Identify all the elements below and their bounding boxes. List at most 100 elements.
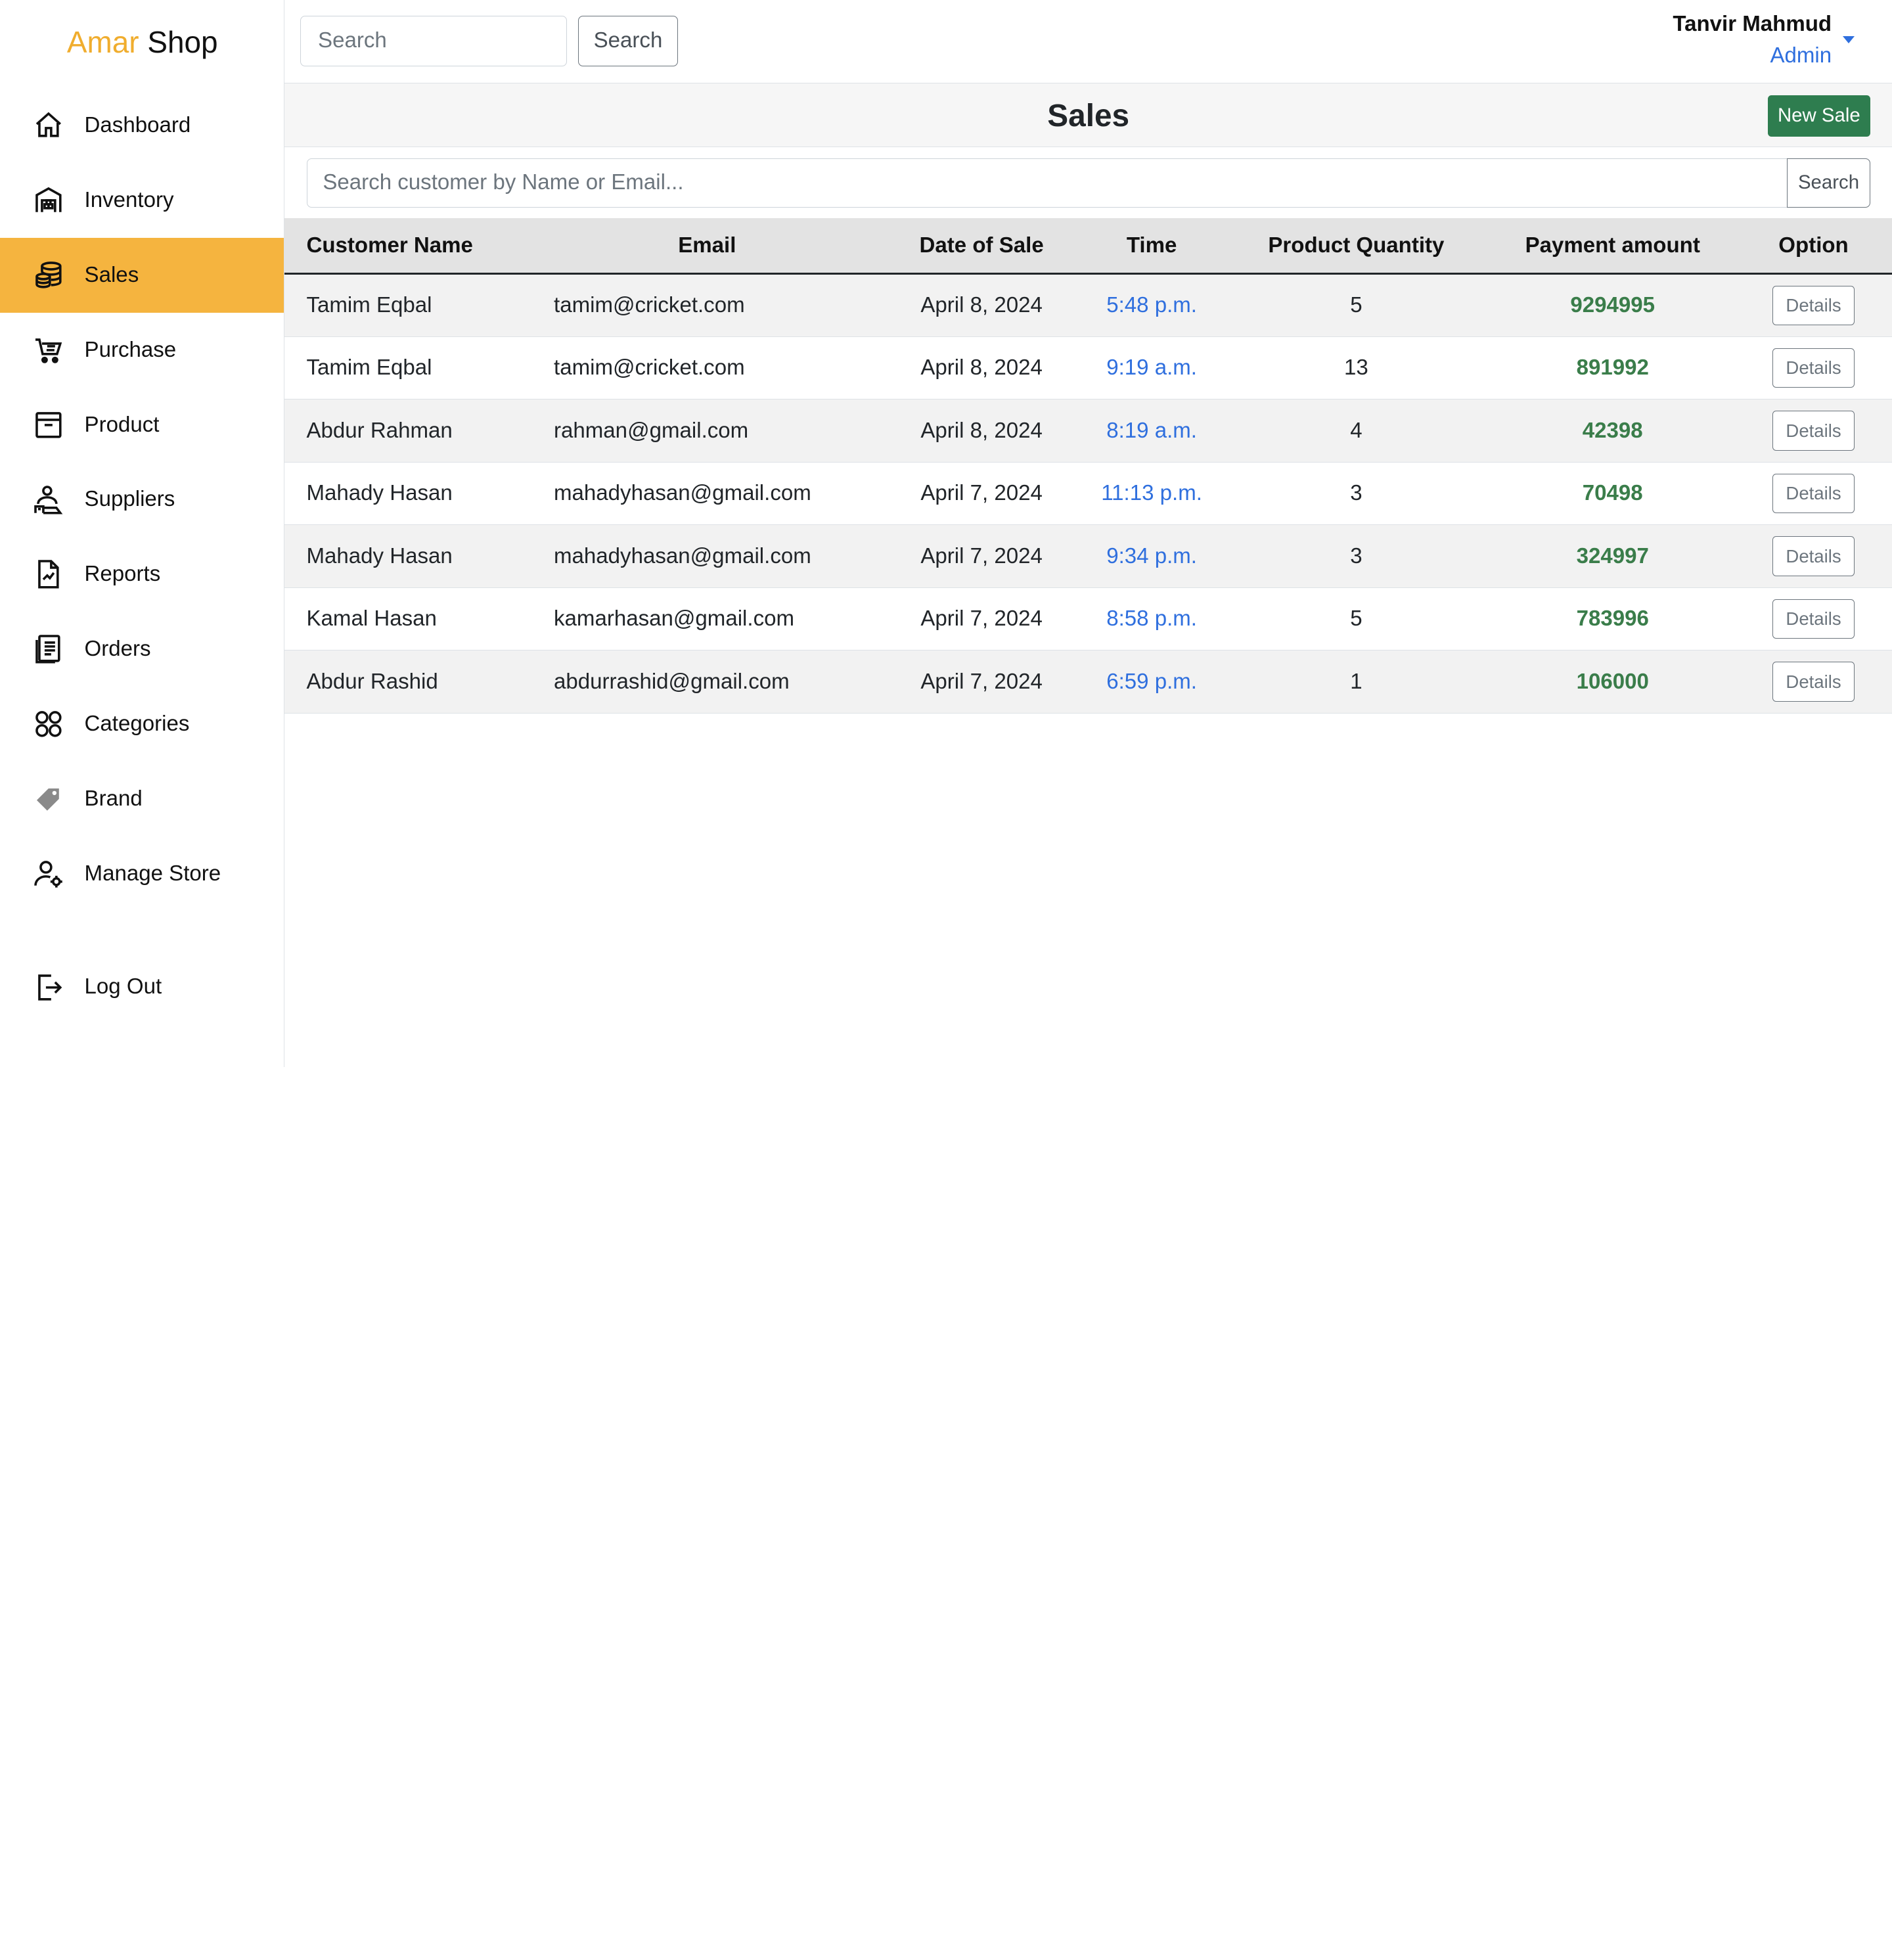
new-sale-button[interactable]: New Sale [1767, 95, 1870, 137]
supplier-icon [33, 484, 64, 516]
logout-label: Log Out [84, 974, 162, 999]
sidebar-item-sales[interactable]: Sales [0, 237, 284, 313]
brand-logo[interactable]: Amar Shop [0, 24, 284, 60]
details-button[interactable]: Details [1772, 536, 1855, 576]
column-header-customer-name: Customer Name [306, 233, 473, 258]
user-gear-icon [33, 858, 64, 890]
cell-customer-name: Abdur Rashid [306, 669, 438, 694]
cell-quantity: 13 [1344, 355, 1368, 380]
sidebar-item-suppliers[interactable]: Suppliers [0, 462, 284, 537]
sidebar-item-label: Product [84, 412, 160, 437]
table-row: Tamim Eqbal tamim@cricket.com April 8, 2… [284, 273, 1892, 337]
brand-part-1: Amar [66, 24, 139, 59]
cell-payment: 891992 [1576, 355, 1649, 380]
cell-date: April 7, 2024 [920, 669, 1043, 694]
cell-email: mahadyhasan@gmail.com [554, 481, 811, 506]
details-button[interactable]: Details [1772, 473, 1855, 514]
tag-icon [33, 783, 64, 815]
cell-date: April 8, 2024 [920, 418, 1043, 443]
sidebar-item-label: Reports [84, 562, 161, 587]
cell-payment: 70498 [1582, 481, 1643, 506]
table-row: Abdur Rashid abdurrashid@gmail.com April… [284, 650, 1892, 714]
sidebar-item-label: Manage Store [84, 861, 221, 886]
sidebar-item-label: Sales [84, 262, 139, 287]
cell-payment: 783996 [1576, 606, 1649, 631]
top-bar: Search Tanvir Mahmud Admin [284, 0, 1892, 83]
page-title: Sales [1047, 98, 1130, 133]
cell-time: 9:19 a.m. [1106, 355, 1197, 380]
sidebar-item-brand[interactable]: Brand [0, 762, 284, 836]
top-search-input[interactable] [300, 15, 568, 67]
sidebar-item-reports[interactable]: Reports [0, 537, 284, 612]
sidebar-item-manage-store[interactable]: Manage Store [0, 836, 284, 911]
cell-customer-name: Tamim Eqbal [306, 293, 432, 318]
details-button[interactable]: Details [1772, 348, 1855, 388]
table-row: Mahady Hasan mahadyhasan@gmail.com April… [284, 524, 1892, 588]
home-icon [33, 110, 64, 141]
column-header-quantity: Product Quantity [1268, 233, 1445, 258]
details-button[interactable]: Details [1772, 662, 1855, 702]
cell-quantity: 3 [1350, 481, 1363, 506]
page-header: Sales New Sale [284, 83, 1892, 148]
cell-email: rahman@gmail.com [554, 418, 749, 443]
customer-search-button[interactable]: Search [1787, 158, 1870, 208]
sidebar-item-label: Categories [84, 712, 190, 737]
sidebar-item-inventory[interactable]: Inventory [0, 163, 284, 238]
details-button[interactable]: Details [1772, 285, 1855, 326]
sidebar-item-label: Inventory [84, 187, 174, 212]
logout-button[interactable]: Log Out [0, 949, 284, 1024]
cell-customer-name: Mahady Hasan [306, 481, 453, 506]
cell-option: Details [1735, 587, 1892, 650]
sidebar-item-product[interactable]: Product [0, 388, 284, 463]
top-search-button[interactable]: Search [577, 15, 679, 67]
cell-time: 8:19 a.m. [1106, 418, 1197, 443]
cell-customer-name: Mahady Hasan [306, 543, 453, 568]
sidebar-item-purchase[interactable]: Purchase [0, 313, 284, 388]
cell-quantity: 5 [1350, 606, 1363, 631]
cell-option: Details [1735, 650, 1892, 714]
sidebar-item-orders[interactable]: Orders [0, 612, 284, 687]
brand-part-2: Shop [147, 24, 218, 59]
details-button[interactable]: Details [1772, 411, 1855, 451]
cell-email: tamim@cricket.com [554, 293, 745, 318]
sidebar: Amar Shop Dashboard Inventory Sales Purc… [0, 0, 285, 1067]
cell-time: 5:48 p.m. [1106, 293, 1197, 318]
cart-icon [33, 334, 64, 366]
user-name[interactable]: Tanvir Mahmud [1673, 12, 1832, 37]
orders-icon [33, 633, 64, 665]
table-row: Kamal Hasan kamarhasan@gmail.com April 7… [284, 587, 1892, 650]
cell-date: April 8, 2024 [920, 293, 1043, 318]
details-button[interactable]: Details [1772, 599, 1855, 639]
cell-email: abdurrashid@gmail.com [554, 669, 790, 694]
cell-quantity: 5 [1350, 293, 1363, 318]
column-header-date: Date of Sale [919, 233, 1044, 258]
cell-option: Details [1735, 525, 1892, 588]
sidebar-item-categories[interactable]: Categories [0, 687, 284, 762]
cell-payment: 42398 [1582, 418, 1643, 443]
report-icon [33, 558, 64, 590]
sidebar-item-label: Suppliers [84, 487, 175, 512]
cell-time: 9:34 p.m. [1106, 543, 1197, 568]
table-header-row: Customer Name Email Date of Sale Time Pr… [284, 218, 1892, 274]
customer-search-input[interactable] [306, 158, 1788, 208]
user-role[interactable]: Admin [1770, 43, 1832, 68]
cell-option: Details [1735, 462, 1892, 525]
cell-option: Details [1735, 399, 1892, 463]
column-header-option: Option [1778, 233, 1849, 258]
table-row: Tamim Eqbal tamim@cricket.com April 8, 2… [284, 336, 1892, 399]
cell-option: Details [1735, 336, 1892, 399]
cell-date: April 8, 2024 [920, 355, 1043, 380]
cell-customer-name: Tamim Eqbal [306, 355, 432, 380]
cell-date: April 7, 2024 [920, 606, 1043, 631]
chevron-down-icon[interactable] [1843, 36, 1855, 44]
cell-email: kamarhasan@gmail.com [554, 606, 795, 631]
cell-time: 6:59 p.m. [1106, 669, 1197, 694]
cell-payment: 9294995 [1570, 293, 1656, 318]
archive-icon [33, 409, 64, 441]
cell-quantity: 1 [1350, 669, 1363, 694]
warehouse-icon [33, 185, 64, 216]
cell-option: Details [1735, 274, 1892, 337]
sidebar-item-label: Brand [84, 786, 143, 811]
sidebar-item-dashboard[interactable]: Dashboard [0, 88, 284, 163]
column-header-email: Email [678, 233, 736, 258]
